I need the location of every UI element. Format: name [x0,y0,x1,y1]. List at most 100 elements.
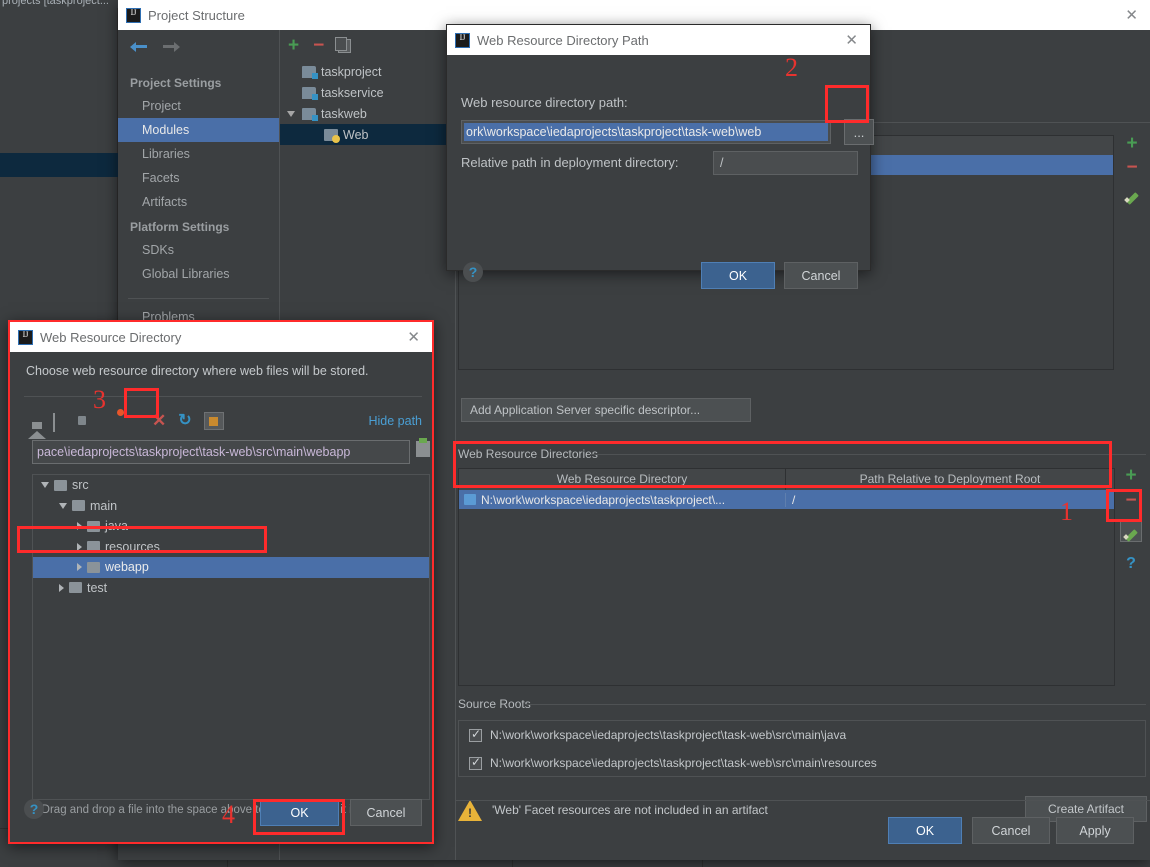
chevron-right-icon[interactable] [77,542,82,551]
cancel-button[interactable]: Cancel [350,799,422,826]
cancel-button[interactable]: Cancel [972,817,1050,844]
source-roots-list[interactable]: N:\work\workspace\iedaprojects\taskproje… [458,720,1146,777]
ok-button[interactable]: OK [260,799,339,826]
help-icon[interactable]: ? [463,262,483,282]
project-structure-footer: OK Cancel Apply [456,800,1150,860]
annotation-number-3: 3 [93,385,106,414]
help-icon[interactable]: ? [1126,555,1136,573]
wrdp-title: Web Resource Directory Path [477,32,649,48]
desktop-icon[interactable] [53,412,70,432]
chevron-right-icon[interactable] [77,563,82,572]
web-resource-path-input[interactable]: ork\workspace\iedaprojects\taskproject\t… [461,120,831,144]
close-icon[interactable]: ✕ [403,330,424,345]
tree-item-label: src [72,478,89,493]
directory-tree[interactable]: src main java resources webapp test [32,474,430,800]
table-body[interactable]: N:\work\workspace\iedaprojects\taskproje… [458,490,1115,686]
module-row-taskweb[interactable]: taskweb [280,103,455,124]
chevron-down-icon[interactable] [287,111,295,117]
web-resource-directories-label: Web Resource Directories [458,447,598,461]
sidebar-item-libraries[interactable]: Libraries [118,142,279,166]
table-row[interactable]: N:\work\workspace\iedaprojects\taskproje… [459,490,1114,509]
home-icon[interactable] [24,413,46,439]
chooser-footer: ? OK Cancel [10,784,432,842]
browse-button[interactable]: ... [844,119,874,145]
remove-descriptor-button[interactable]: − [1126,158,1137,177]
chevron-down-icon[interactable] [59,502,67,509]
close-icon[interactable]: ✕ [841,33,862,48]
sidebar-item-global-libraries[interactable]: Global Libraries [118,262,279,286]
modules-toolbar[interactable]: + − [280,30,455,61]
folder-up-icon[interactable] [82,414,99,429]
show-hidden-icon[interactable] [203,412,224,430]
add-app-server-descriptor-button[interactable]: Add Application Server specific descript… [461,398,751,422]
sidebar-item-project[interactable]: Project [118,94,279,118]
close-icon[interactable]: ✕ [1121,8,1142,23]
cell-directory: N:\work\workspace\iedaprojects\taskproje… [459,492,786,507]
copy-module-icon[interactable] [335,37,352,53]
arrow-left-icon[interactable] [130,40,148,56]
list-item[interactable]: N:\work\workspace\iedaprojects\taskproje… [459,721,1145,749]
remove-web-resource-button[interactable]: − [1125,491,1136,510]
wrd-body: Choose web resource directory where web … [10,352,432,842]
add-descriptor-button[interactable]: + [1126,134,1137,153]
tree-item-resources[interactable]: resources [33,537,429,558]
ide-title-text: projects [taskproject... [2,0,109,7]
module-label: taskservice [321,85,384,100]
chooser-path-input[interactable]: pace\iedaprojects\taskproject\task-web\s… [32,440,410,464]
chooser-toolbar[interactable]: ✕ ↻ Hide path [24,408,422,439]
chevron-down-icon[interactable] [41,482,49,489]
web-resource-directory-chooser-dialog[interactable]: Web Resource Directory ✕ Choose web reso… [8,320,434,844]
module-icon [302,107,318,121]
add-web-resource-button[interactable]: + [1125,466,1136,485]
relative-path-input[interactable]: / [713,151,858,175]
web-resource-directory-path-dialog[interactable]: Web Resource Directory Path ✕ Web resour… [446,24,874,289]
refresh-icon[interactable]: ↻ [178,413,191,429]
tree-item-java[interactable]: java [33,516,429,537]
apply-button[interactable]: Apply [1056,817,1134,844]
module-row-taskservice[interactable]: taskservice [280,82,455,103]
group-divider [590,454,1146,455]
folder-icon [87,561,100,573]
tree-item-webapp[interactable]: webapp [33,557,429,578]
remove-module-button[interactable]: − [313,36,324,55]
cancel-button[interactable]: Cancel [784,262,858,289]
folder-icon [87,541,100,553]
module-row-web-facet[interactable]: Web [280,124,455,145]
add-module-button[interactable]: + [288,36,299,55]
new-folder-icon[interactable] [123,414,140,429]
module-icon [302,65,318,79]
ok-button[interactable]: OK [701,262,775,289]
help-icon[interactable]: ? [24,799,44,819]
list-item[interactable]: N:\work\workspace\iedaprojects\taskproje… [459,749,1145,777]
sidebar-item-modules[interactable]: Modules [118,118,279,142]
wrd-title: Web Resource Directory [40,329,182,345]
checkbox[interactable] [469,727,482,742]
sidebar-item-facets[interactable]: Facets [118,166,279,190]
source-roots-label: Source Roots [458,697,531,711]
tree-item-label: test [87,580,108,595]
arrow-right-icon[interactable] [162,40,180,56]
table-header: Web Resource Directory Path Relative to … [458,468,1115,490]
tree-item-src[interactable]: src [33,475,429,496]
web-resource-directory-actions[interactable]: + − ? [1116,466,1146,573]
path-label-text: Web resource directory path: [461,95,628,110]
tree-item-test[interactable]: test [33,578,429,599]
descriptor-actions[interactable]: + − [1118,134,1146,203]
edit-web-resource-button[interactable] [1120,520,1142,542]
sidebar-item-artifacts[interactable]: Artifacts [118,190,279,214]
checkbox[interactable] [469,755,482,770]
chevron-right-icon[interactable] [59,583,64,592]
group-divider [526,704,1146,705]
chevron-right-icon[interactable] [77,522,82,531]
ok-button[interactable]: OK [888,817,962,844]
hide-path-link[interactable]: Hide path [368,414,422,428]
ide-selected-row[interactable] [0,153,118,177]
edit-descriptor-pencil-icon[interactable] [1124,186,1141,203]
module-row-taskproject[interactable]: taskproject [280,61,455,82]
sidebar-item-sdks[interactable]: SDKs [118,238,279,262]
paste-icon[interactable] [416,438,430,457]
delete-icon[interactable]: ✕ [152,412,166,429]
sidebar-nav[interactable] [118,30,279,70]
tree-item-main[interactable]: main [33,496,429,517]
web-resource-directories-table[interactable]: Web Resource Directory Path Relative to … [458,468,1115,686]
